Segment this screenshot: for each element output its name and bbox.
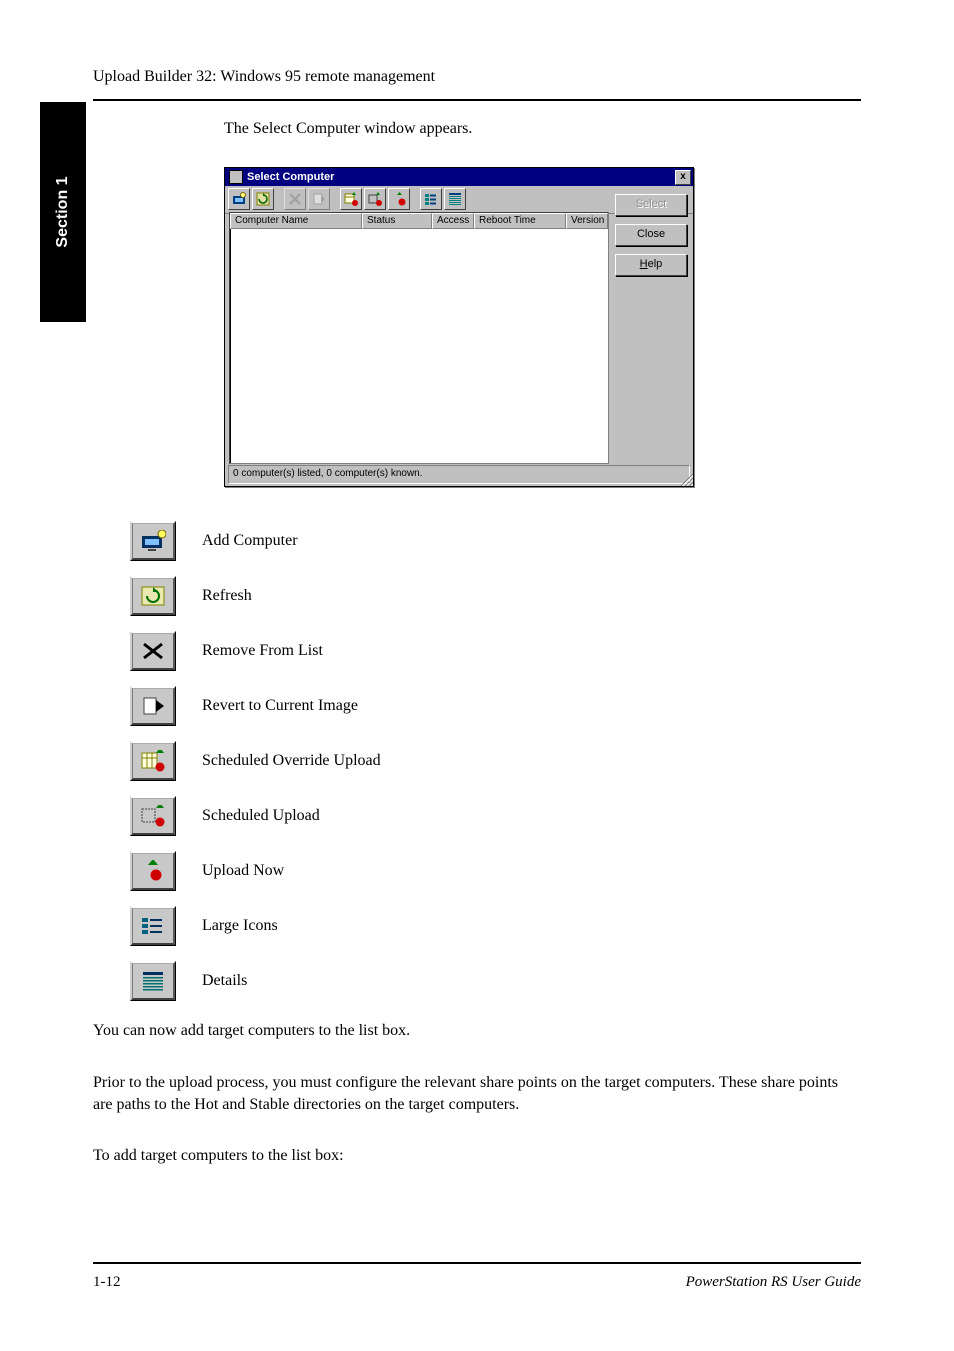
col-reboot-time[interactable]: Reboot Time bbox=[474, 213, 566, 229]
legend-label: Remove From List bbox=[202, 642, 860, 660]
tb-details-icon bbox=[130, 961, 176, 1001]
tb-details[interactable] bbox=[444, 188, 466, 210]
running-head: Upload Builder 32: Windows 95 remote man… bbox=[93, 68, 435, 86]
legend-row: Add Computer bbox=[130, 513, 860, 568]
legend-row: Details bbox=[130, 953, 860, 1008]
tb-upload-now-icon bbox=[130, 851, 176, 891]
col-computer-name[interactable]: Computer Name bbox=[230, 213, 362, 229]
toolbar-legend: Add Computer Refresh Remove From List Re… bbox=[130, 513, 860, 1008]
tb-large-icons[interactable] bbox=[420, 188, 442, 210]
para-3: To add target computers to the list box: bbox=[93, 1145, 861, 1167]
tb-delete bbox=[284, 188, 306, 210]
legend-label: Add Computer bbox=[202, 532, 860, 550]
tb-schedule-override-icon bbox=[130, 741, 176, 781]
window-icon bbox=[229, 170, 243, 184]
dialog-titlebar: Select Computer x bbox=[225, 168, 693, 186]
tb-refresh[interactable] bbox=[252, 188, 274, 210]
list-header[interactable]: Computer Name Status Access Reboot Time … bbox=[230, 213, 608, 229]
col-version[interactable]: Version bbox=[566, 213, 608, 229]
computer-list[interactable]: Computer Name Status Access Reboot Time … bbox=[229, 212, 609, 464]
legend-row: Remove From List bbox=[130, 623, 860, 678]
page-number: 1-12 bbox=[93, 1274, 121, 1291]
col-status[interactable]: Status bbox=[362, 213, 432, 229]
legend-row: Revert to Current Image bbox=[130, 678, 860, 733]
tb-schedule-override[interactable] bbox=[340, 188, 362, 210]
tb-revert-icon bbox=[130, 686, 176, 726]
para-1: You can now add target computers to the … bbox=[93, 1020, 861, 1042]
legend-label: Details bbox=[202, 972, 860, 990]
footer-rule bbox=[93, 1262, 861, 1264]
status-bar: 0 computer(s) listed, 0 computer(s) know… bbox=[228, 465, 690, 484]
legend-label: Upload Now bbox=[202, 862, 860, 880]
close-button[interactable]: Close bbox=[615, 224, 687, 246]
tb-refresh-icon bbox=[130, 576, 176, 616]
legend-row: Large Icons bbox=[130, 898, 860, 953]
tb-schedule-upload[interactable] bbox=[364, 188, 386, 210]
legend-row: Refresh bbox=[130, 568, 860, 623]
dialog-title-text: Select Computer bbox=[247, 171, 334, 183]
legend-label: Large Icons bbox=[202, 917, 860, 935]
legend-label: Refresh bbox=[202, 587, 860, 605]
tb-add-icon bbox=[130, 521, 176, 561]
section-tab: Section 1 bbox=[40, 102, 86, 322]
tb-delete-icon bbox=[130, 631, 176, 671]
header-rule bbox=[93, 99, 861, 101]
tb-revert bbox=[308, 188, 330, 210]
col-access[interactable]: Access bbox=[432, 213, 474, 229]
select-button: Select bbox=[615, 194, 687, 216]
doc-title: PowerStation RS User Guide bbox=[686, 1274, 861, 1291]
legend-label: Revert to Current Image bbox=[202, 697, 860, 715]
close-icon[interactable]: x bbox=[675, 170, 691, 185]
select-computer-dialog: Select Computer x bbox=[224, 167, 694, 487]
legend-row: Scheduled Upload bbox=[130, 788, 860, 843]
legend-row: Upload Now bbox=[130, 843, 860, 898]
tb-schedule-upload-icon bbox=[130, 796, 176, 836]
legend-label: Scheduled Upload bbox=[202, 807, 860, 825]
resize-grip[interactable] bbox=[679, 472, 693, 486]
legend-row: Scheduled Override Upload bbox=[130, 733, 860, 788]
legend-label: Scheduled Override Upload bbox=[202, 752, 860, 770]
para-2: Prior to the upload process, you must co… bbox=[93, 1072, 861, 1117]
tb-add[interactable] bbox=[228, 188, 250, 210]
tb-upload-now[interactable] bbox=[388, 188, 410, 210]
tb-large-icons-icon bbox=[130, 906, 176, 946]
intro-text: The Select Computer window appears. bbox=[224, 118, 864, 140]
help-button[interactable]: Help bbox=[615, 254, 687, 276]
